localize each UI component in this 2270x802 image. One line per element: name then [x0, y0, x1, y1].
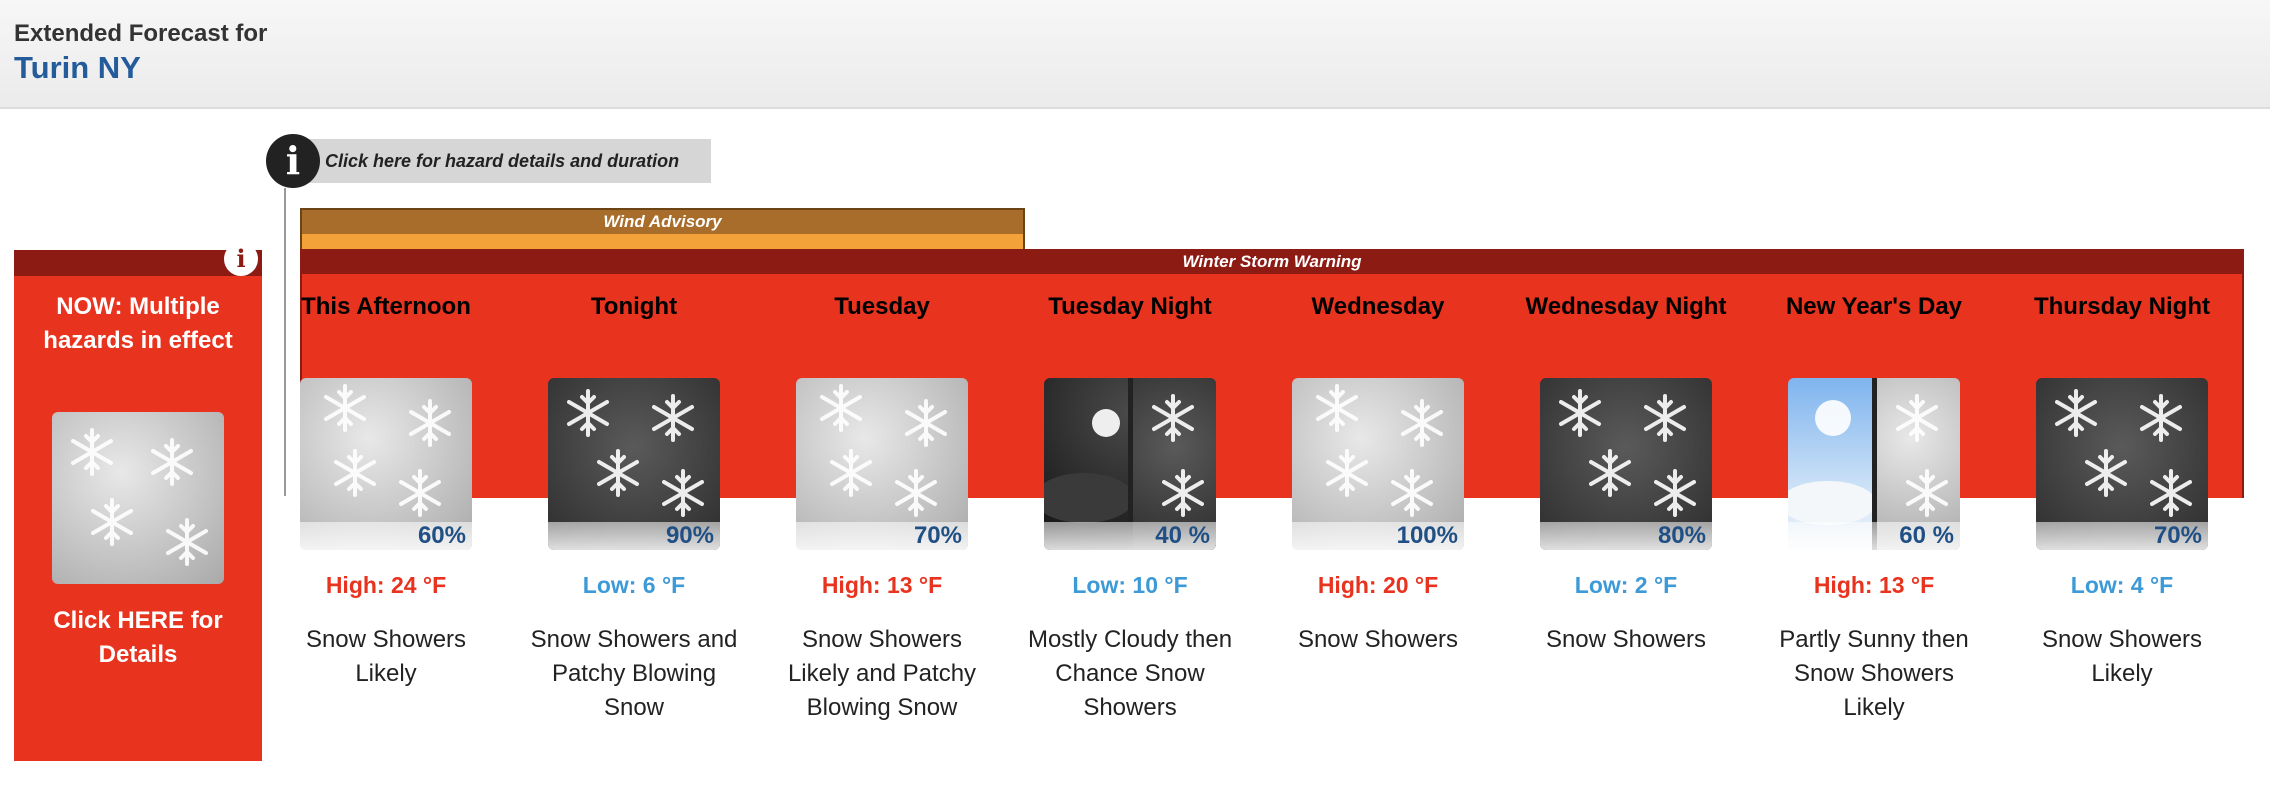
- period-name: This Afternoon: [301, 293, 471, 320]
- wind-advisory-bar[interactable]: Wind Advisory: [300, 208, 1025, 234]
- forecast-period[interactable]: Tonight 90% Low: 6 °F Snow Showers and P…: [510, 274, 758, 725]
- location-title: Turin NY: [14, 50, 141, 85]
- period-name: Tuesday Night: [1048, 293, 1212, 320]
- period-description: Snow Showers: [1545, 626, 1707, 653]
- partly-sunny-then-snow-icon: 60 %: [1788, 378, 1960, 550]
- forecast-period[interactable]: Thursday Night 70% Low: 4 °F Snow Shower…: [1998, 274, 2246, 691]
- precip-chance: 60%: [300, 522, 472, 550]
- night-snow-showers-icon: 70%: [2036, 378, 2208, 550]
- wind-advisory-strip: [300, 234, 1025, 250]
- forecast-heading: Extended Forecast for: [14, 20, 268, 47]
- forecast-period[interactable]: Tuesday 70% High: 13 °F Snow Showers Lik…: [758, 274, 1006, 725]
- snow-showers-icon: 100%: [1292, 378, 1464, 550]
- period-description: Snow Showers Likely and Patchy Blowing S…: [787, 626, 977, 721]
- info-icon[interactable]: i: [266, 134, 320, 188]
- period-name: Wednesday: [1311, 293, 1445, 320]
- now-hazards-box[interactable]: i NOW: Multiple hazards in effect Click …: [14, 242, 262, 761]
- period-description: Snow Showers Likely: [2041, 626, 2203, 687]
- precip-chance: 70%: [796, 522, 968, 550]
- forecast-period[interactable]: Tuesday Night 40 % Low: 10 °F Mostly Clo…: [1006, 274, 1254, 725]
- forecast-period[interactable]: Wednesday Night 80% Low: 2 °F Snow Showe…: [1502, 274, 1750, 657]
- precip-chance: 100%: [1292, 522, 1464, 550]
- forecast-period[interactable]: Wednesday 100% High: 20 °F Snow Showers: [1254, 274, 1502, 657]
- period-temp: High: 24 °F: [325, 572, 447, 598]
- period-description: Snow Showers and Patchy Blowing Snow: [530, 626, 738, 721]
- precip-chance: 70%: [2036, 522, 2208, 550]
- precip-chance: 90%: [548, 522, 720, 550]
- info-icon[interactable]: i: [224, 242, 258, 276]
- winter-storm-warning-bar[interactable]: Winter Storm Warning: [300, 249, 2244, 274]
- now-details-link[interactable]: Click HERE for Details: [14, 604, 262, 672]
- period-description: Snow Showers Likely: [305, 626, 467, 687]
- hazard-details-link[interactable]: Click here for hazard details and durati…: [295, 139, 711, 183]
- page-header: Extended Forecast for Turin NY: [0, 0, 2270, 109]
- precip-chance: 60 %: [1788, 522, 1960, 550]
- night-snow-showers-icon: 80%: [1540, 378, 1712, 550]
- cloudy-night-then-snow-icon: 40 %: [1044, 378, 1216, 550]
- snow-showers-icon: [52, 412, 224, 584]
- period-name: Tonight: [590, 293, 678, 320]
- period-name: Tuesday: [834, 293, 930, 320]
- now-message: NOW: Multiple hazards in effect: [43, 293, 233, 354]
- forecast-period[interactable]: This Afternoon 60% High: 24 °F Snow Show…: [262, 274, 510, 691]
- period-temp: Low: 6 °F: [582, 572, 686, 598]
- night-snow-showers-icon: 90%: [548, 378, 720, 550]
- period-description: Snow Showers: [1297, 626, 1459, 653]
- precip-chance: 40 %: [1044, 522, 1216, 550]
- forecast-period[interactable]: New Year's Day 60 % High: 13 °F Partly S…: [1750, 274, 1998, 725]
- period-temp: Low: 2 °F: [1574, 572, 1678, 598]
- period-description: Mostly Cloudy then Chance Snow Showers: [1027, 626, 1233, 721]
- period-temp: Low: 4 °F: [2070, 572, 2174, 598]
- period-temp: Low: 10 °F: [1072, 572, 1188, 598]
- period-temp: High: 13 °F: [821, 572, 943, 598]
- period-name: Wednesday Night: [1525, 293, 1727, 320]
- period-name: Thursday Night: [2033, 293, 2210, 320]
- period-temp: High: 13 °F: [1813, 572, 1935, 598]
- period-description: Partly Sunny then Snow Showers Likely: [1779, 626, 1969, 721]
- period-temp: High: 20 °F: [1317, 572, 1439, 598]
- period-name: New Year's Day: [1785, 293, 1963, 320]
- snow-showers-icon: 60%: [300, 378, 472, 550]
- precip-chance: 80%: [1540, 522, 1712, 550]
- snow-showers-icon: 70%: [796, 378, 968, 550]
